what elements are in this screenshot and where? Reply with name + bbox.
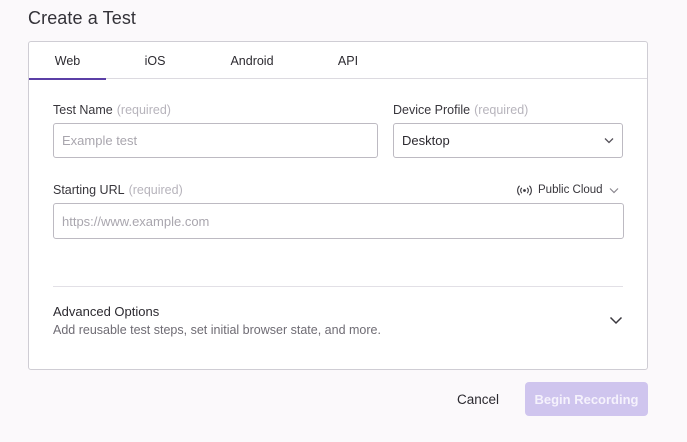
starting-url-label: Starting URL (required) [53, 183, 183, 197]
starting-url-label-text: Starting URL [53, 183, 125, 197]
required-note: (required) [474, 103, 529, 117]
cloud-selector[interactable]: Public Cloud [517, 184, 619, 196]
broadcast-icon [517, 184, 532, 196]
chevron-down-icon [609, 187, 619, 193]
device-profile-label-text: Device Profile [393, 103, 471, 117]
page-title: Create a Test [28, 8, 137, 28]
chevron-down-icon[interactable] [609, 316, 623, 325]
device-profile-select[interactable]: Desktop [393, 123, 623, 158]
create-test-card: Web iOS Android API Test Name (required) … [28, 41, 648, 370]
platform-tabs: Web iOS Android API [29, 42, 647, 80]
required-note: (required) [116, 103, 171, 117]
required-note: (required) [128, 183, 183, 197]
tab-android[interactable]: Android [217, 42, 287, 79]
tab-ios[interactable]: iOS [125, 42, 185, 79]
device-profile-label: Device Profile (required) [393, 103, 528, 117]
cancel-button[interactable]: Cancel [447, 383, 509, 415]
starting-url-input[interactable] [53, 203, 624, 239]
test-name-label: Test Name (required) [53, 103, 171, 117]
device-profile-value: Desktop [402, 133, 450, 148]
begin-recording-button[interactable]: Begin Recording [525, 382, 648, 416]
test-name-label-text: Test Name [53, 103, 113, 117]
tab-api[interactable]: API [324, 42, 372, 79]
tab-web[interactable]: Web [29, 42, 106, 80]
chevron-down-icon [604, 138, 614, 144]
divider [53, 286, 623, 287]
test-name-input[interactable] [53, 123, 378, 158]
advanced-options-title: Advanced Options [53, 304, 160, 319]
cloud-selector-value: Public Cloud [538, 184, 603, 196]
advanced-options-description: Add reusable test steps, set initial bro… [53, 323, 381, 337]
